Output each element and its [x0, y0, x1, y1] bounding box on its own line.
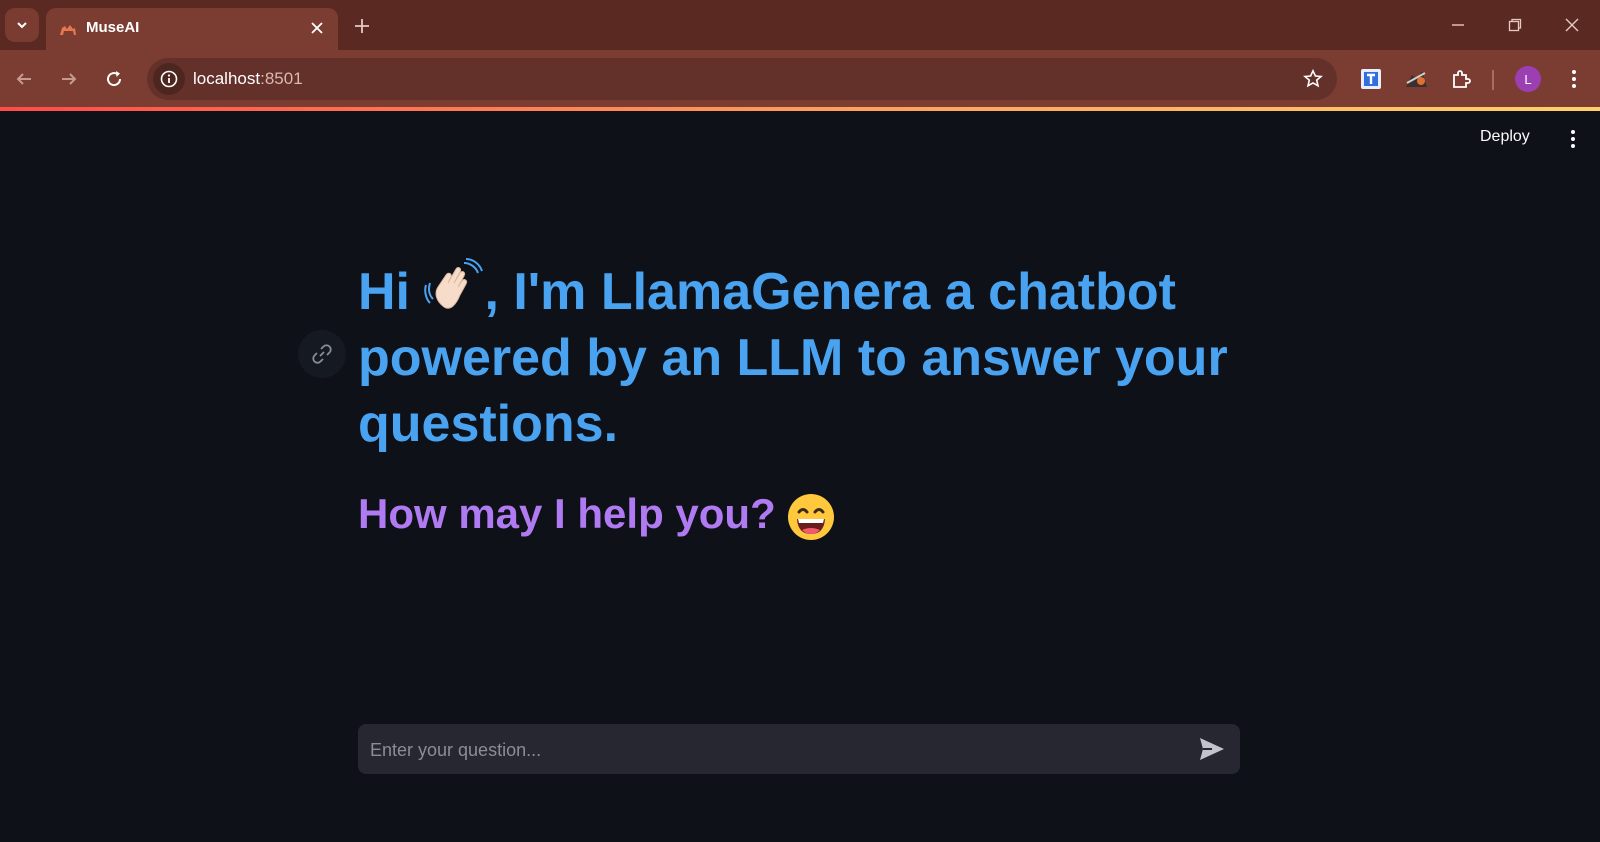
- kebab-menu-icon: [1571, 130, 1575, 148]
- waving-hand-icon: [424, 258, 484, 309]
- reload-icon: [107, 71, 122, 87]
- extension-game-button[interactable]: [1402, 65, 1430, 93]
- profile-avatar[interactable]: L: [1515, 66, 1541, 92]
- close-window-button[interactable]: [1554, 12, 1590, 38]
- site-info-button[interactable]: [153, 63, 185, 95]
- send-icon: [1200, 738, 1224, 760]
- restore-icon: [1508, 18, 1522, 32]
- translate-extension-icon: [1361, 69, 1381, 89]
- url-text: localhost:8501: [193, 69, 303, 89]
- minimize-button[interactable]: [1440, 12, 1476, 38]
- plus-icon: [355, 19, 369, 33]
- tab-search-button[interactable]: [5, 8, 39, 42]
- game-extension-icon: [1406, 71, 1427, 87]
- send-button[interactable]: [1198, 736, 1226, 762]
- address-bar[interactable]: localhost:8501: [147, 58, 1337, 100]
- star-icon: [1303, 69, 1323, 88]
- arrow-left-icon: [16, 73, 31, 85]
- info-icon: [160, 70, 178, 88]
- camel-favicon-icon: [60, 25, 76, 35]
- grinning-face-icon: [787, 493, 834, 540]
- browser-toolbar: localhost:8501 L: [0, 50, 1600, 108]
- heading-anchor-link[interactable]: [298, 330, 346, 378]
- restore-button[interactable]: [1497, 12, 1533, 38]
- deploy-button[interactable]: Deploy: [1480, 128, 1530, 146]
- heading-greeting: Hi: [358, 263, 410, 321]
- tab-strip: MuseAI: [0, 0, 1600, 50]
- puzzle-icon: [1453, 70, 1471, 88]
- app-header-decoration: [0, 107, 1600, 111]
- browser-menu-button[interactable]: [1560, 65, 1588, 93]
- close-icon: [1565, 18, 1579, 32]
- minimize-icon: [1452, 24, 1464, 26]
- new-tab-button[interactable]: [350, 14, 374, 38]
- heading-text: , I'm LlamaGenera a chatbot powered by a…: [358, 263, 1228, 453]
- back-button[interactable]: [9, 64, 39, 94]
- tab-title: MuseAI: [86, 19, 140, 36]
- page-title: Hi , I'm LlamaGenera a chatbot powered b…: [358, 257, 1258, 457]
- app-main-menu-button[interactable]: [1562, 126, 1584, 152]
- bookmark-button[interactable]: [1301, 67, 1325, 91]
- reload-button[interactable]: [99, 64, 129, 94]
- chat-input[interactable]: [368, 724, 1172, 776]
- toolbar-separator: [1492, 70, 1494, 90]
- page-subtitle: How may I help you?: [358, 490, 836, 542]
- kebab-menu-icon: [1572, 70, 1576, 88]
- chat-input-container: [358, 724, 1240, 776]
- link-icon: [312, 344, 332, 364]
- url-port: :8501: [260, 69, 303, 88]
- chevron-down-icon: [17, 22, 27, 29]
- tab-close-icon[interactable]: [306, 17, 328, 39]
- url-host: localhost: [193, 69, 261, 88]
- arrow-right-icon: [62, 73, 77, 85]
- browser-tab[interactable]: MuseAI: [46, 8, 338, 50]
- subtitle-text: How may I help you?: [358, 490, 776, 537]
- extension-translate-button[interactable]: [1357, 65, 1385, 93]
- extensions-button[interactable]: [1448, 65, 1476, 93]
- forward-button[interactable]: [54, 64, 84, 94]
